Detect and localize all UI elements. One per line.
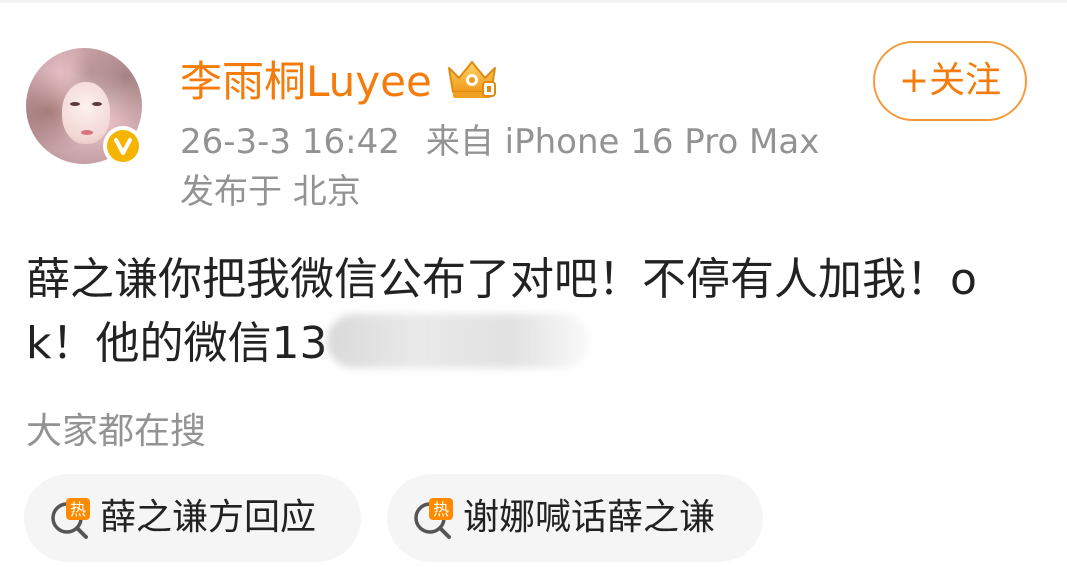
- post-source: 来自 iPhone 16 Pro Max: [425, 122, 820, 162]
- svg-text:热: 热: [433, 500, 449, 519]
- avatar-eye-right: [92, 102, 102, 106]
- weibo-post-card: 李雨桐Luyee 26-3-3 16:42 来自 iPhone 16 Pro Ma…: [0, 0, 1067, 567]
- svg-text:热: 热: [70, 500, 86, 519]
- username[interactable]: 李雨桐Luyee: [180, 56, 432, 108]
- crown-member-icon: [448, 61, 496, 98]
- post-text: 薛之谦你把我微信公布了对吧！不停有人加我！ok！他的微信13: [26, 248, 1026, 376]
- follow-button[interactable]: +关注: [873, 41, 1027, 121]
- hot-search-icon: 热: [51, 498, 90, 539]
- hot-search-chip[interactable]: 热 谢娜喊话薛之谦: [387, 474, 763, 562]
- avatar-eye-left: [70, 102, 80, 106]
- post-location: 发布于 北京: [180, 172, 361, 212]
- avatar-lip: [81, 130, 93, 135]
- top-divider: [0, 0, 1067, 3]
- verified-badge-fill: [107, 130, 139, 162]
- redaction-blur: [327, 314, 590, 368]
- verified-v-icon: [114, 138, 132, 155]
- hot-search-chip-label: 谢娜喊话薛之谦: [463, 497, 716, 538]
- hot-search-chip-label: 薛之谦方回应: [100, 497, 317, 538]
- post-timestamp: 26-3-3 16:42: [180, 122, 400, 162]
- hot-search-icon: 热: [414, 498, 453, 539]
- hot-search-title: 大家都在搜: [26, 411, 207, 452]
- post-meta: 26-3-3 16:42 来自 iPhone 16 Pro Max: [180, 120, 819, 164]
- verified-badge-icon: [103, 126, 143, 166]
- hot-search-chip[interactable]: 热 薛之谦方回应: [24, 474, 361, 562]
